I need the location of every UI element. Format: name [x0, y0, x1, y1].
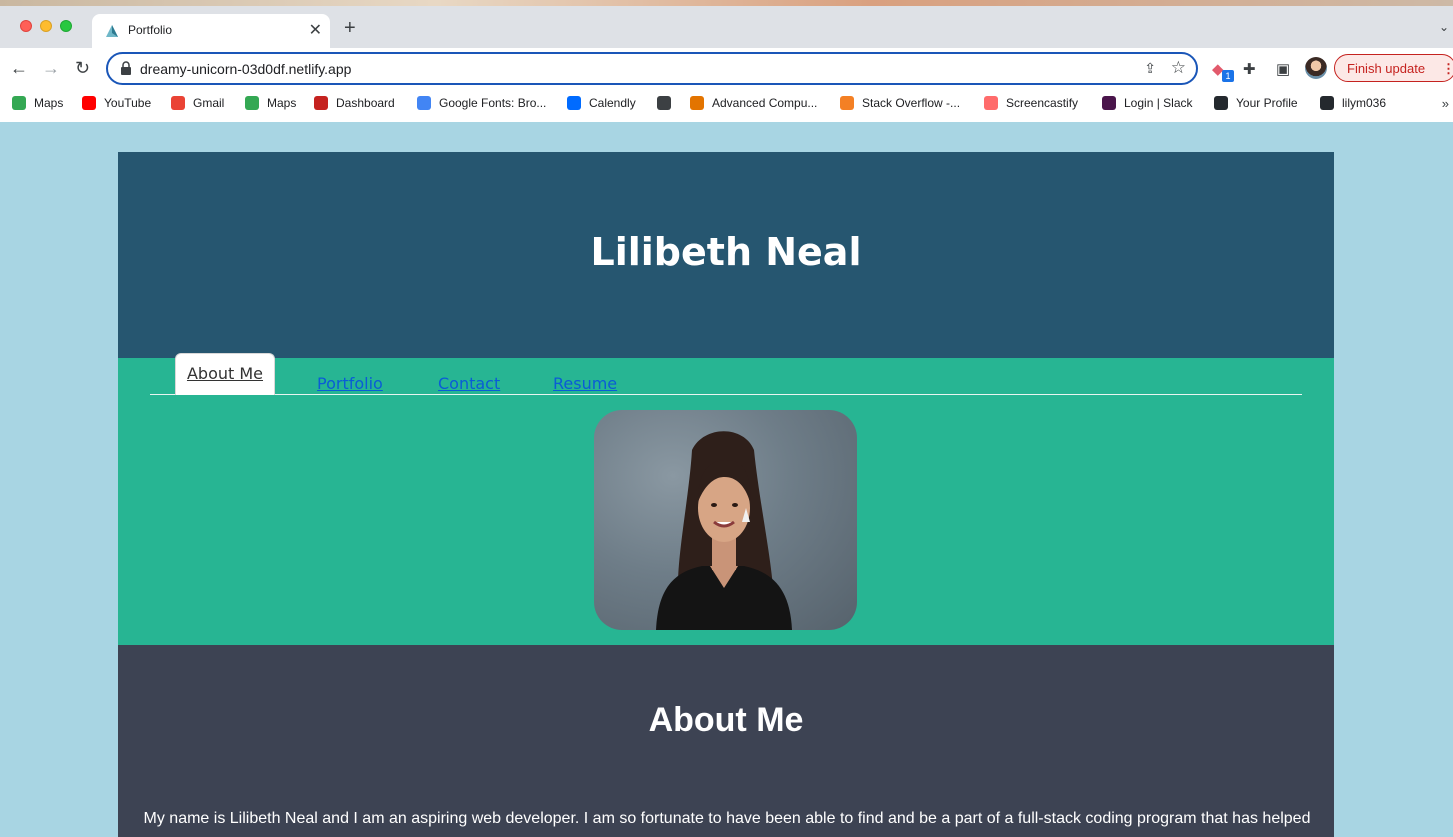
bookmark-label: YouTube	[104, 96, 152, 110]
bookmark-item[interactable]: Dashboard	[314, 96, 395, 116]
browser-chrome: Portfolio ✕ + ⌄ ← → ↻ dreamy-unicorn-03d…	[0, 0, 1453, 122]
browser-menu-icon[interactable]: ⋮	[1442, 61, 1453, 77]
bookmark-label: Screencastify	[1006, 96, 1079, 110]
bookmark-label: Login | Slack	[1124, 96, 1193, 110]
portrait-illustration	[656, 431, 792, 630]
bookmark-label: Calendly	[589, 96, 636, 110]
bookmark-item[interactable]: Login | Slack	[1102, 96, 1193, 116]
share-icon[interactable]: ⇪	[1144, 60, 1156, 77]
bookmark-favicon-icon	[840, 96, 854, 110]
nav-tab-about[interactable]: About Me	[175, 353, 275, 395]
bookmark-item[interactable]: YouTube	[82, 96, 151, 116]
tab-search-chevron-icon[interactable]: ⌄	[1439, 20, 1449, 34]
profile-photo	[594, 410, 857, 630]
bookmark-label: Your Profile	[1236, 96, 1298, 110]
bookmark-label: Google Fonts: Bro...	[439, 96, 547, 110]
browser-tab[interactable]: Portfolio ✕	[92, 14, 330, 48]
window-zoom-button[interactable]	[60, 20, 72, 32]
bookmark-item[interactable]: Maps	[245, 96, 296, 116]
bookmarks-overflow-icon[interactable]: »	[1442, 96, 1449, 111]
browser-toolbar: ← → ↻ dreamy-unicorn-03d0df.netlify.app …	[0, 48, 1453, 90]
bookmark-favicon-icon	[12, 96, 26, 110]
bookmark-favicon-icon	[690, 96, 704, 110]
window-close-button[interactable]	[20, 20, 32, 32]
url-text: dreamy-unicorn-03d0df.netlify.app	[140, 61, 352, 77]
bookmark-item[interactable]: Your Profile	[1214, 96, 1298, 116]
bookmark-favicon-icon	[417, 96, 431, 110]
new-tab-button[interactable]: +	[344, 17, 356, 40]
extension-badge: 1	[1222, 70, 1234, 82]
netlify-favicon-icon	[106, 25, 118, 37]
finish-update-button[interactable]: Finish update	[1334, 54, 1453, 82]
lock-icon	[121, 61, 131, 75]
bookmark-label: lilym036	[1342, 96, 1387, 110]
extensions-puzzle-icon[interactable]: ✚	[1243, 60, 1256, 78]
about-section: About Me My name is Lilibeth Neal and I …	[118, 645, 1334, 837]
tab-close-icon[interactable]: ✕	[309, 20, 322, 40]
bookmark-favicon-icon	[657, 96, 671, 110]
portfolio-page: Lilibeth Neal About Me Portfolio Contact…	[118, 152, 1334, 837]
bookmark-item[interactable]: Google Fonts: Bro...	[417, 96, 546, 116]
bookmark-favicon-icon	[1102, 96, 1116, 110]
profile-avatar[interactable]	[1305, 57, 1327, 79]
bookmark-label: Gmail	[193, 96, 225, 110]
address-bar[interactable]: dreamy-unicorn-03d0df.netlify.app ⇪ ☆	[106, 52, 1198, 85]
bookmark-label: Maps	[267, 96, 297, 110]
bookmark-star-icon[interactable]: ☆	[1171, 58, 1186, 78]
nav-tab-resume[interactable]: Resume	[553, 374, 617, 395]
reload-button[interactable]: ↻	[75, 57, 90, 79]
bookmark-favicon-icon	[1320, 96, 1334, 110]
bookmark-item[interactable]: Calendly	[567, 96, 636, 116]
bookmark-label: Advanced Compu...	[712, 96, 818, 110]
bookmark-favicon-icon	[245, 96, 259, 110]
bookmark-item[interactable]: Advanced Compu...	[690, 96, 817, 116]
about-paragraph: My name is Lilibeth Neal and I am an asp…	[143, 810, 1311, 827]
bookmark-favicon-icon	[984, 96, 998, 110]
bookmark-label: Dashboard	[336, 96, 395, 110]
side-panel-icon[interactable]: ▣	[1276, 60, 1290, 78]
hero-header: Lilibeth Neal	[118, 152, 1334, 358]
bookmark-favicon-icon	[314, 96, 328, 110]
bookmark-item[interactable]: Gmail	[171, 96, 224, 116]
nav-tab-portfolio[interactable]: Portfolio	[317, 374, 383, 395]
bookmark-label: Maps	[34, 96, 64, 110]
bookmark-favicon-icon	[171, 96, 185, 110]
bookmark-favicon-icon	[567, 96, 581, 110]
window-minimize-button[interactable]	[40, 20, 52, 32]
bookmark-item[interactable]: Screencastify	[984, 96, 1078, 116]
about-heading: About Me	[648, 701, 804, 739]
bookmarks-bar: Maps YouTube Gmail Maps Dashboard Google Font…	[0, 90, 1453, 122]
nav-section: About Me Portfolio Contact Resume	[118, 353, 1334, 645]
back-button[interactable]: ←	[10, 57, 28, 79]
site-title: Lilibeth Neal	[590, 230, 862, 274]
bookmark-favicon-icon	[82, 96, 96, 110]
bookmark-item[interactable]	[657, 96, 679, 116]
bookmark-item[interactable]: Stack Overflow -...	[840, 96, 960, 116]
bookmark-favicon-icon	[1214, 96, 1228, 110]
bookmark-label: Stack Overflow -...	[862, 96, 961, 110]
bookmark-item[interactable]: Maps	[12, 96, 63, 116]
tab-title: Portfolio	[128, 23, 173, 37]
forward-button[interactable]: →	[42, 57, 60, 79]
bookmark-item[interactable]: lilym036	[1320, 96, 1386, 116]
nav-tab-contact[interactable]: Contact	[438, 374, 500, 395]
